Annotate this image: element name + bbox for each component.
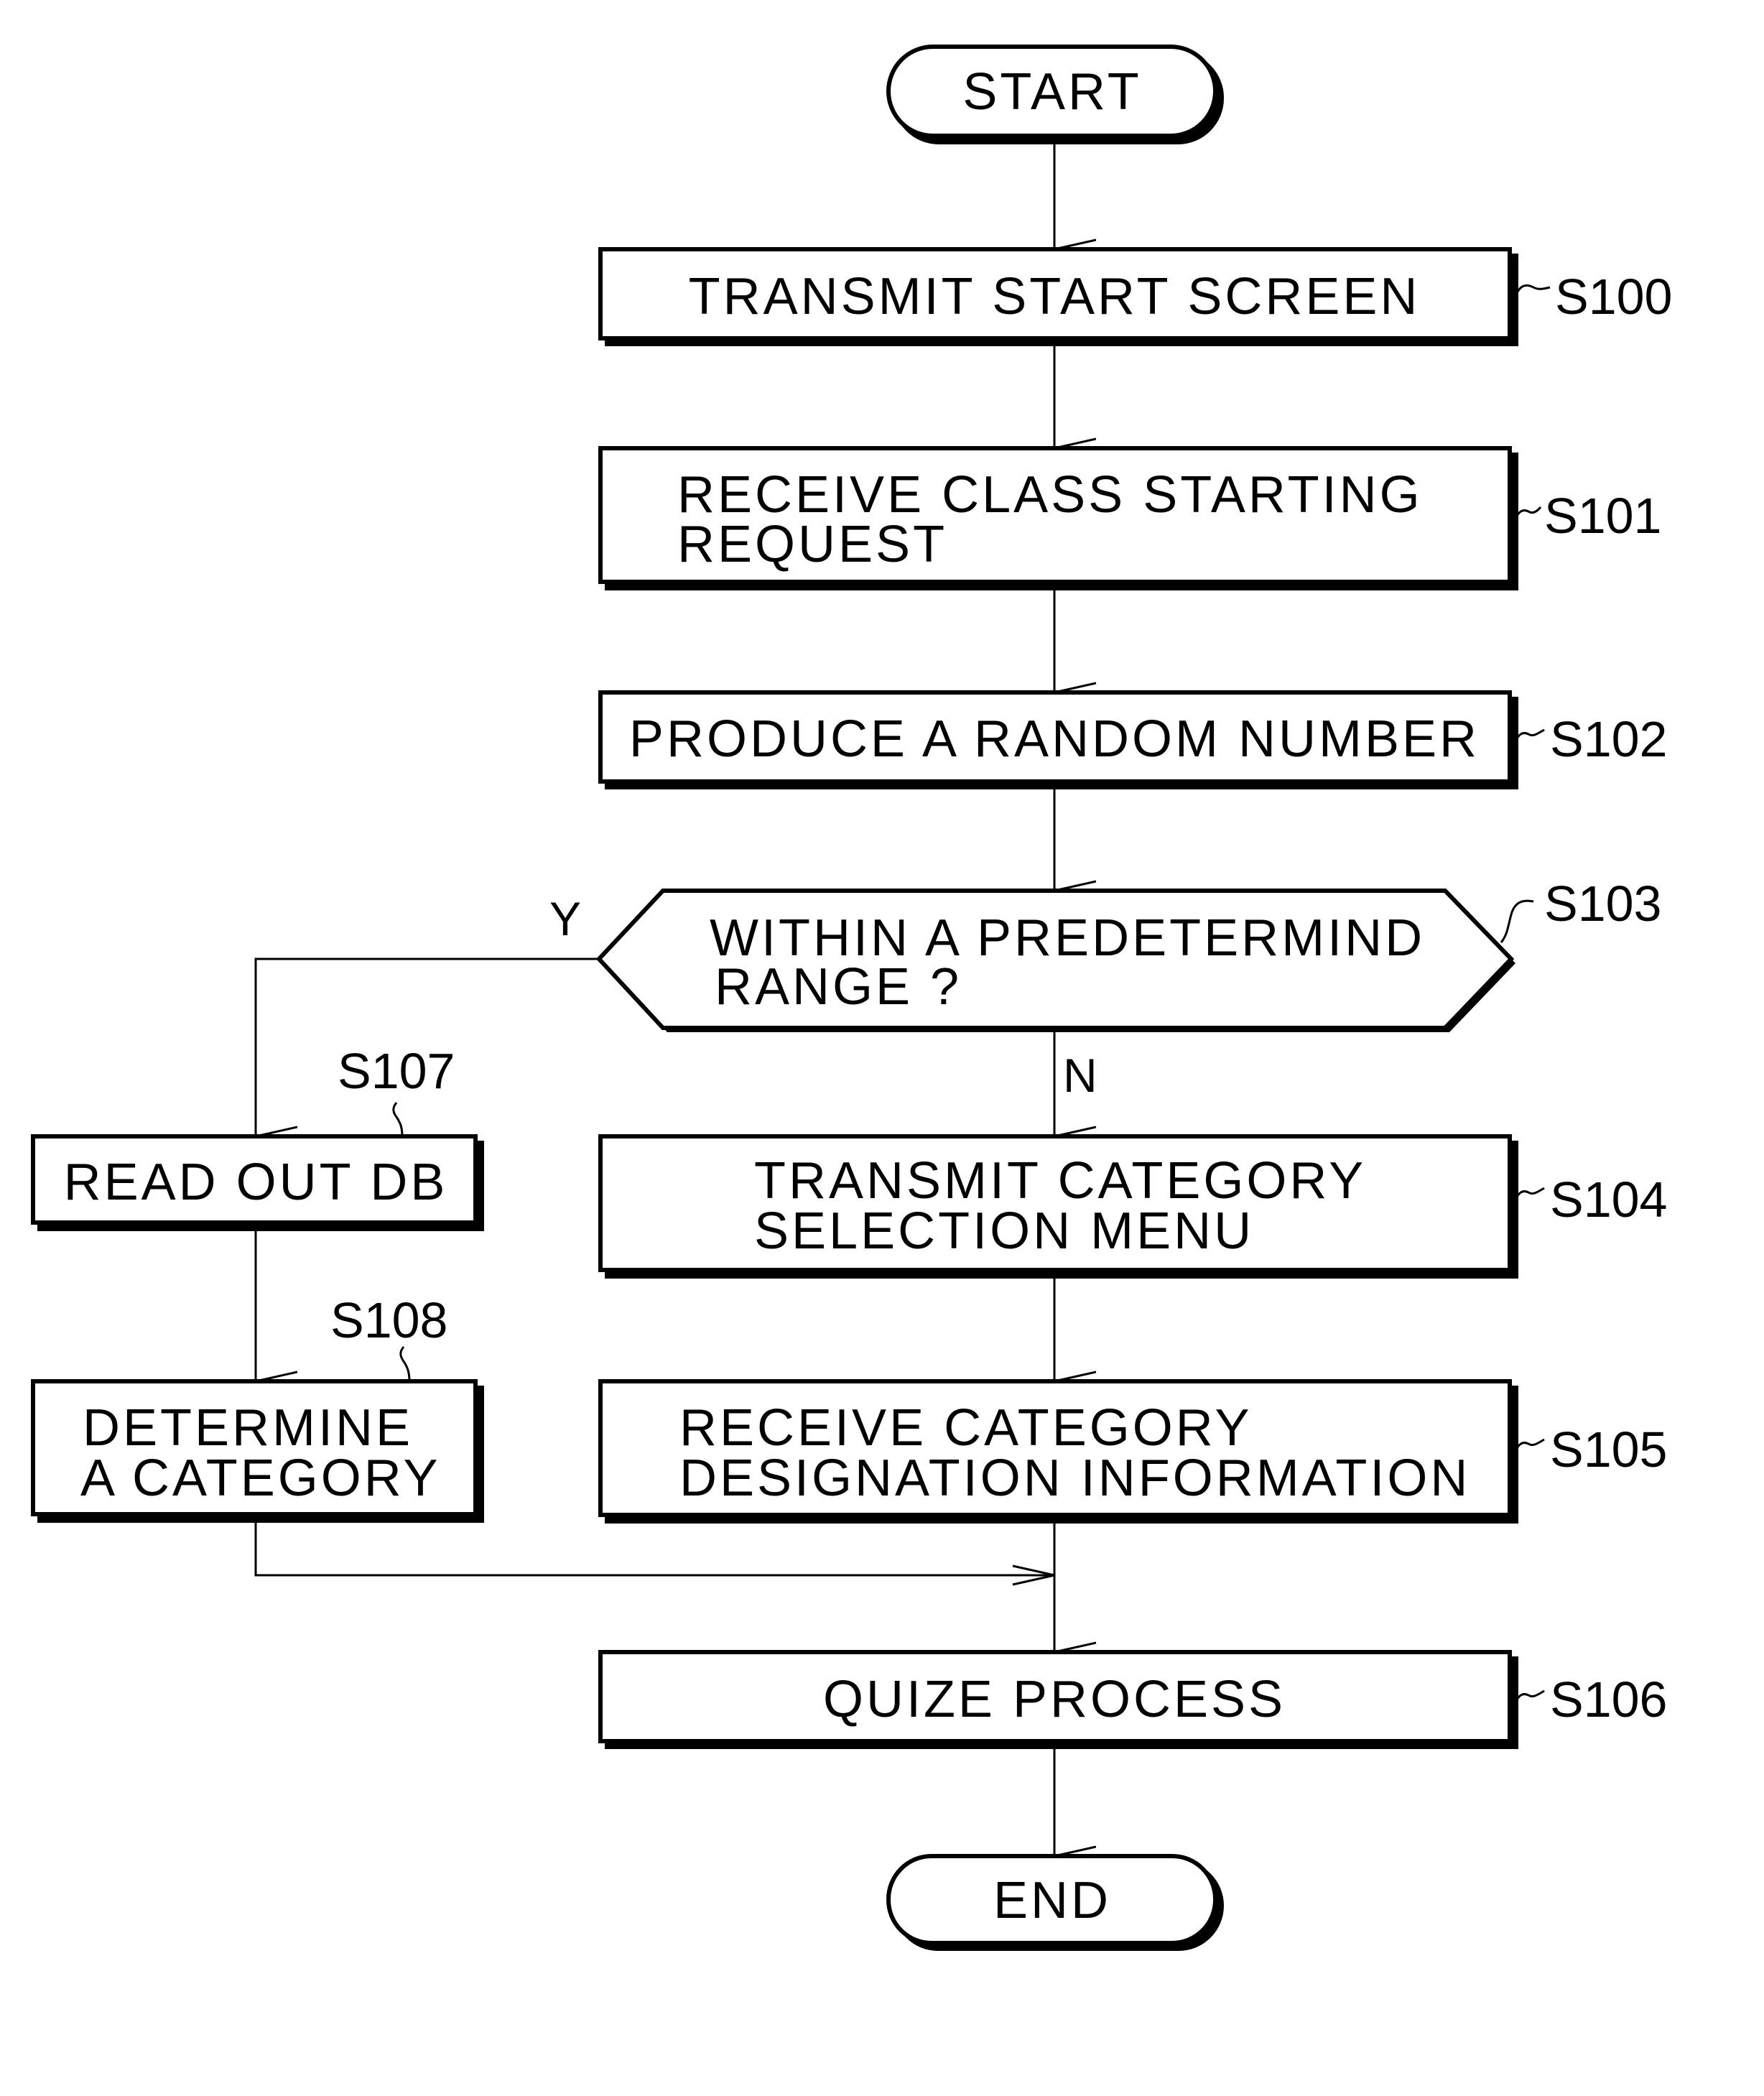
s103-step-id: S103: [1544, 876, 1661, 932]
s101-text-line1: RECEIVE CLASS STARTING: [677, 466, 1423, 524]
s102-step-id: S102: [1550, 711, 1667, 767]
s105-step-id: S105: [1550, 1422, 1667, 1478]
process-s101: RECEIVE CLASS STARTING REQUEST: [598, 446, 1518, 590]
s102-text: PRODUCE A RANDOM NUMBER: [629, 710, 1480, 768]
s107-leader: [392, 1102, 404, 1137]
s101-text-line2: REQUEST: [677, 516, 947, 573]
s104-text-line2: SELECTION MENU: [754, 1202, 1254, 1260]
process-s108: DETERMINE A CATEGORY: [31, 1379, 484, 1523]
s100-text: TRANSMIT START SCREEN: [689, 268, 1421, 325]
s100-leader: [1513, 284, 1551, 301]
decision-s103: WITHIN A PREDETERMIND RANGE ?: [595, 889, 1515, 1032]
s108-text-line1: DETERMINE: [83, 1399, 413, 1457]
process-s100: TRANSMIT START SCREEN: [598, 247, 1518, 346]
s103-leader: [1500, 899, 1534, 943]
s106-leader: [1513, 1689, 1545, 1709]
process-s107: READ OUT DB: [31, 1134, 484, 1231]
s100-step-id: S100: [1555, 269, 1672, 325]
process-s105: RECEIVE CATEGORY DESIGNATION INFORMATION: [598, 1379, 1518, 1524]
branch-yes-label: Y: [549, 892, 581, 945]
s105-leader: [1513, 1438, 1545, 1457]
start-label: START: [962, 63, 1141, 121]
s108-leader: [399, 1346, 411, 1382]
s104-step-id: S104: [1550, 1172, 1667, 1228]
process-s106: QUIZE PROCESS: [598, 1650, 1518, 1749]
s103-text-line2: RANGE ?: [715, 958, 962, 1016]
start-terminal: START: [886, 45, 1224, 144]
connector-s108-merge: [254, 1521, 1054, 1577]
s101-step-id: S101: [1544, 488, 1661, 544]
s107-text: READ OUT DB: [64, 1154, 448, 1211]
end-label: END: [993, 1872, 1111, 1929]
end-terminal: END: [886, 1854, 1224, 1951]
s107-step-id: S107: [338, 1043, 455, 1099]
s106-text: QUIZE PROCESS: [823, 1671, 1286, 1728]
s106-step-id: S106: [1550, 1671, 1667, 1728]
process-s104: TRANSMIT CATEGORY SELECTION MENU: [598, 1134, 1518, 1279]
s108-step-id: S108: [330, 1292, 447, 1348]
s104-leader: [1513, 1187, 1545, 1206]
s108-text-line2: A CATEGORY: [80, 1450, 440, 1507]
process-s102: PRODUCE A RANDOM NUMBER: [598, 690, 1518, 789]
s102-leader: [1513, 728, 1545, 748]
s105-text-line1: RECEIVE CATEGORY: [679, 1399, 1253, 1457]
flowchart: START TRANSMIT START SCREEN S100 RECEIVE…: [31, 45, 1672, 1951]
s105-text-line2: DESIGNATION INFORMATION: [679, 1450, 1470, 1507]
s104-text-line1: TRANSMIT CATEGORY: [754, 1152, 1366, 1210]
branch-no-label: N: [1063, 1049, 1097, 1102]
